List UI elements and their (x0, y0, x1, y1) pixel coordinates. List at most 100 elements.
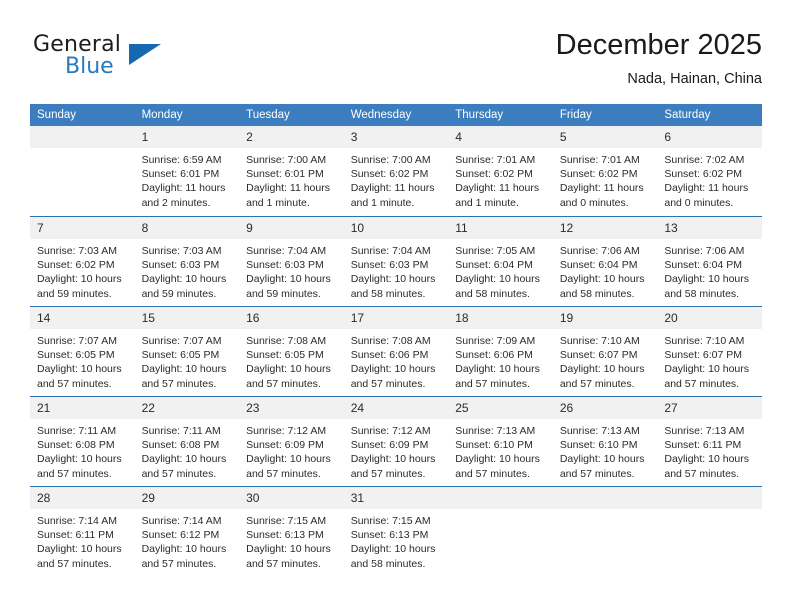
sunrise-text: Sunrise: 7:08 AM (246, 335, 327, 347)
day-number: 19 (552, 306, 658, 329)
calendar-week-row: 1 Sunrise: 6:59 AM Sunset: 6:01 PM Daylight… (30, 126, 762, 216)
calendar-day-cell[interactable]: 20 Sunrise: 7:10 AM Sunset: 6:07 PM Dayligh… (657, 306, 762, 396)
calendar-day-cell-empty (552, 486, 658, 576)
daylight-text: Daylight: 10 hours and 57 minutes. (246, 363, 331, 390)
calendar-day-cell[interactable]: 9 Sunrise: 7:04 AM Sunset: 6:03 PM Daylight… (239, 216, 344, 306)
calendar-day-cell[interactable]: 24 Sunrise: 7:12 AM Sunset: 6:09 PM Dayligh… (343, 396, 449, 486)
calendar-day-cell[interactable]: 3 Sunrise: 7:00 AM Sunset: 6:02 PM Daylight… (343, 126, 449, 216)
calendar-day-cell[interactable]: 14 Sunrise: 7:07 AM Sunset: 6:05 PM Dayligh… (30, 306, 135, 396)
daylight-text: Daylight: 10 hours and 57 minutes. (559, 453, 645, 480)
calendar-day-cell[interactable]: 31 Sunrise: 7:15 AM Sunset: 6:13 PM Dayligh… (343, 486, 449, 576)
calendar-day-cell[interactable]: 11 Sunrise: 7:05 AM Sunset: 6:04 PM Dayligh… (448, 216, 553, 306)
sunrise-text: Sunrise: 7:15 AM (350, 515, 431, 527)
day-details: Sunrise: 7:13 AM Sunset: 6:10 PM Daylight:… (553, 419, 658, 481)
calendar-day-cell[interactable]: 1 Sunrise: 6:59 AM Sunset: 6:01 PM Daylight… (134, 126, 240, 216)
calendar-day-cell[interactable]: 10 Sunrise: 7:04 AM Sunset: 6:03 PM Dayligh… (343, 216, 449, 306)
daylight-text: Daylight: 10 hours and 57 minutes. (141, 453, 227, 480)
daylight-text: Daylight: 11 hours and 0 minutes. (664, 182, 749, 209)
sunrise-text: Sunrise: 7:08 AM (350, 335, 431, 347)
calendar-day-cell[interactable]: 13 Sunrise: 7:06 AM Sunset: 6:04 PM Dayligh… (657, 216, 762, 306)
sunset-text: Sunset: 6:04 PM (559, 259, 638, 272)
calendar-day-cell[interactable]: 21 Sunrise: 7:11 AM Sunset: 6:08 PM Dayligh… (30, 396, 135, 486)
calendar-day-cell[interactable]: 2 Sunrise: 7:00 AM Sunset: 6:01 PM Daylight… (239, 126, 344, 216)
sunrise-text: Sunrise: 7:14 AM (37, 515, 117, 527)
day-number: 9 (239, 216, 344, 239)
day-details: Sunrise: 7:12 AM Sunset: 6:09 PM Daylight:… (344, 419, 449, 481)
sunset-text: Sunset: 6:08 PM (37, 439, 115, 452)
day-number (552, 486, 658, 509)
daylight-text: Daylight: 10 hours and 57 minutes. (350, 453, 436, 480)
daylight-text: Daylight: 10 hours and 58 minutes. (664, 273, 750, 300)
daylight-text: Daylight: 10 hours and 59 minutes. (37, 273, 122, 300)
day-number: 12 (552, 216, 658, 239)
daylight-text: Daylight: 10 hours and 57 minutes. (246, 453, 331, 480)
calendar-day-cell[interactable]: 22 Sunrise: 7:11 AM Sunset: 6:08 PM Dayligh… (134, 396, 240, 486)
sunrise-text: Sunrise: 7:12 AM (350, 425, 431, 437)
day-details: Sunrise: 7:01 AM Sunset: 6:02 PM Daylight:… (448, 148, 553, 210)
calendar-day-cell[interactable]: 26 Sunrise: 7:13 AM Sunset: 6:10 PM Dayligh… (552, 396, 658, 486)
day-details: Sunrise: 7:02 AM Sunset: 6:02 PM Daylight:… (657, 148, 762, 210)
calendar-page: General Blue December 2025 Nada, Hainan,… (0, 0, 792, 612)
sunset-text: Sunset: 6:05 PM (246, 349, 324, 362)
day-number: 17 (343, 306, 449, 329)
calendar-day-cell[interactable]: 25 Sunrise: 7:13 AM Sunset: 6:10 PM Dayligh… (448, 396, 553, 486)
day-number: 1 (134, 126, 240, 148)
sunset-text: Sunset: 6:03 PM (141, 259, 220, 272)
general-blue-logo[interactable]: General Blue (33, 32, 213, 88)
sunrise-text: Sunrise: 6:59 AM (141, 154, 222, 166)
daylight-text: Daylight: 10 hours and 59 minutes. (246, 273, 331, 300)
day-details: Sunrise: 7:13 AM Sunset: 6:11 PM Daylight:… (657, 419, 762, 481)
sunset-text: Sunset: 6:04 PM (455, 259, 533, 272)
day-details: Sunrise: 7:00 AM Sunset: 6:02 PM Daylight:… (344, 148, 449, 210)
calendar-week-row: 14 Sunrise: 7:07 AM Sunset: 6:05 PM Dayligh… (30, 306, 762, 396)
day-number: 11 (448, 216, 553, 239)
sunrise-text: Sunrise: 7:13 AM (559, 425, 640, 437)
calendar-day-cell[interactable]: 18 Sunrise: 7:09 AM Sunset: 6:06 PM Dayligh… (448, 306, 553, 396)
day-details: Sunrise: 7:11 AM Sunset: 6:08 PM Daylight:… (135, 419, 240, 481)
sunrise-text: Sunrise: 7:04 AM (350, 245, 431, 257)
day-details: Sunrise: 7:06 AM Sunset: 6:04 PM Daylight:… (657, 239, 762, 301)
calendar-day-cell[interactable]: 12 Sunrise: 7:06 AM Sunset: 6:04 PM Dayligh… (552, 216, 658, 306)
daylight-text: Daylight: 10 hours and 57 minutes. (664, 453, 750, 480)
day-number (448, 486, 553, 509)
day-number: 13 (657, 216, 762, 239)
sunset-text: Sunset: 6:08 PM (141, 439, 220, 452)
calendar-day-cell[interactable]: 15 Sunrise: 7:07 AM Sunset: 6:05 PM Dayligh… (134, 306, 240, 396)
weekday-header-wednesday: Wednesday (343, 104, 449, 126)
sunrise-text: Sunrise: 7:02 AM (664, 154, 745, 166)
calendar-day-cell[interactable]: 6 Sunrise: 7:02 AM Sunset: 6:02 PM Daylight… (657, 126, 762, 216)
daylight-text: Daylight: 10 hours and 57 minutes. (350, 363, 436, 390)
calendar-day-cell[interactable]: 19 Sunrise: 7:10 AM Sunset: 6:07 PM Dayligh… (552, 306, 658, 396)
calendar-day-cell[interactable]: 29 Sunrise: 7:14 AM Sunset: 6:12 PM Dayligh… (134, 486, 240, 576)
calendar-day-cell[interactable]: 30 Sunrise: 7:15 AM Sunset: 6:13 PM Dayligh… (239, 486, 344, 576)
location-label: Nada, Hainan, China (627, 71, 762, 87)
daylight-text: Daylight: 10 hours and 59 minutes. (141, 273, 227, 300)
calendar-day-cell[interactable]: 28 Sunrise: 7:14 AM Sunset: 6:11 PM Dayligh… (30, 486, 135, 576)
calendar-day-cell[interactable]: 7 Sunrise: 7:03 AM Sunset: 6:02 PM Daylight… (30, 216, 135, 306)
day-number: 16 (239, 306, 344, 329)
day-number: 30 (239, 486, 344, 509)
page-title: December 2025 (555, 29, 762, 61)
day-number: 10 (343, 216, 449, 239)
calendar-day-cell[interactable]: 8 Sunrise: 7:03 AM Sunset: 6:03 PM Daylight… (134, 216, 240, 306)
calendar-day-cell[interactable]: 27 Sunrise: 7:13 AM Sunset: 6:11 PM Dayligh… (657, 396, 762, 486)
calendar-day-cell[interactable]: 16 Sunrise: 7:08 AM Sunset: 6:05 PM Dayligh… (239, 306, 344, 396)
sunrise-text: Sunrise: 7:12 AM (246, 425, 327, 437)
day-details: Sunrise: 7:14 AM Sunset: 6:11 PM Daylight:… (30, 509, 135, 571)
sunset-text: Sunset: 6:11 PM (37, 529, 114, 542)
calendar-day-cell[interactable]: 5 Sunrise: 7:01 AM Sunset: 6:02 PM Daylight… (552, 126, 658, 216)
sunset-text: Sunset: 6:02 PM (350, 168, 429, 181)
calendar-day-cell[interactable]: 23 Sunrise: 7:12 AM Sunset: 6:09 PM Dayligh… (239, 396, 344, 486)
calendar-day-cell[interactable]: 17 Sunrise: 7:08 AM Sunset: 6:06 PM Dayligh… (343, 306, 449, 396)
sunrise-text: Sunrise: 7:10 AM (664, 335, 745, 347)
day-number (30, 126, 135, 148)
day-details: Sunrise: 7:12 AM Sunset: 6:09 PM Daylight:… (239, 419, 344, 481)
calendar-day-cell[interactable]: 4 Sunrise: 7:01 AM Sunset: 6:02 PM Daylight… (448, 126, 553, 216)
day-number: 23 (239, 396, 344, 419)
day-details: Sunrise: 7:03 AM Sunset: 6:02 PM Daylight:… (30, 239, 135, 301)
day-number: 22 (134, 396, 240, 419)
sunrise-text: Sunrise: 7:13 AM (455, 425, 536, 437)
day-details: Sunrise: 7:04 AM Sunset: 6:03 PM Daylight:… (239, 239, 344, 301)
daylight-text: Daylight: 11 hours and 1 minute. (350, 182, 435, 209)
sunrise-text: Sunrise: 7:06 AM (559, 245, 640, 257)
